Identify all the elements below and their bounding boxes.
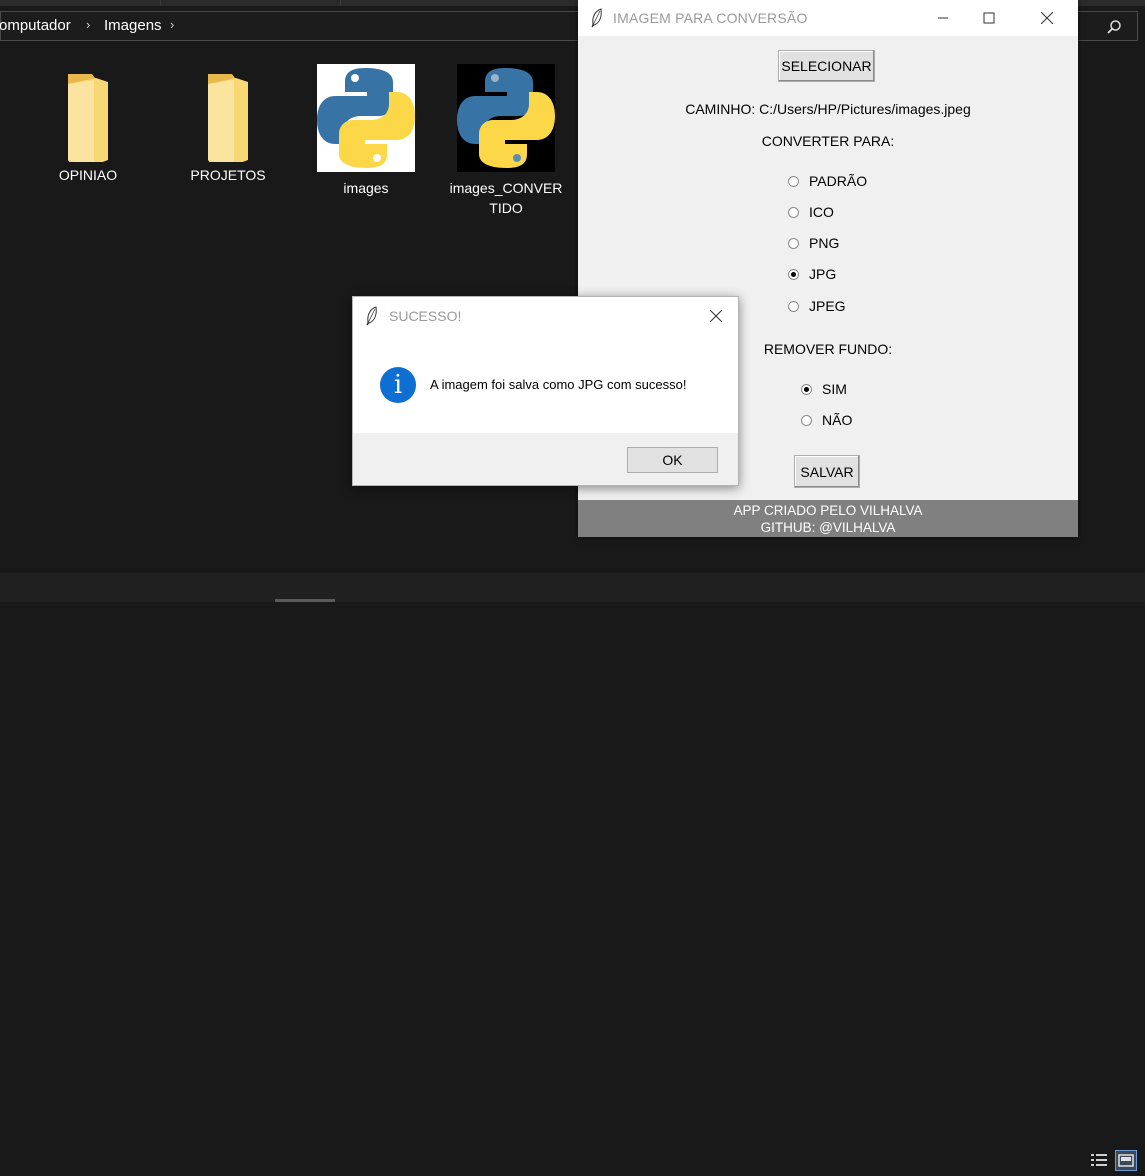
window-title: IMAGEM PARA CONVERSÃO [613, 10, 808, 26]
radio-png[interactable]: PNG [788, 235, 839, 251]
folder-icon [68, 74, 108, 172]
radio-sim[interactable]: SIM [801, 381, 847, 397]
status-bar [0, 573, 1145, 1171]
select-button[interactable]: SELECIONAR [778, 50, 875, 82]
file-item-images[interactable]: images [306, 64, 426, 198]
file-item-projetos[interactable]: PROJETOS [168, 62, 288, 185]
python-logo-thumbnail [457, 64, 555, 172]
footer-credits: APP CRIADO PELO VILHALVA GITHUB: @VILHAL… [578, 500, 1078, 537]
file-name: PROJETOS [190, 167, 266, 183]
file-name: images [343, 180, 389, 196]
close-icon [1041, 12, 1053, 24]
convert-to-label: CONVERTER PARA: [761, 133, 895, 149]
radio-label: NÃO [822, 412, 853, 428]
minimize-icon [938, 17, 948, 19]
path-label: CAMINHO: C:/Users/HP/Pictures/images.jpe… [685, 101, 971, 117]
success-dialog: SUCESSO! i A imagem foi salva como JPG c… [352, 296, 739, 486]
radio-circle-selected[interactable] [788, 268, 799, 280]
dialog-title: SUCESSO! [389, 308, 462, 324]
radio-label: PNG [809, 235, 840, 251]
file-name-line1: images_CONVER [449, 180, 563, 196]
footer-line-1: APP CRIADO PELO VILHALVA [733, 503, 923, 518]
tk-feather-icon [591, 8, 602, 28]
search-icon[interactable] [1106, 19, 1122, 35]
radio-label: ICO [809, 204, 834, 220]
file-name: OPINIAO [58, 167, 118, 183]
radio-padrao[interactable]: PADRÃO [788, 173, 867, 189]
maximize-icon [983, 12, 995, 24]
radio-circle[interactable] [788, 237, 799, 249]
radio-nao[interactable]: NÃO [801, 412, 852, 428]
large-icons-view-button[interactable] [1115, 1150, 1137, 1171]
close-button[interactable] [1024, 0, 1070, 36]
radio-jpeg[interactable]: JPEG [788, 298, 846, 314]
radio-circle[interactable] [801, 414, 812, 426]
radio-circle[interactable] [788, 300, 799, 312]
close-icon [710, 310, 722, 322]
radio-circle-selected[interactable] [801, 383, 812, 395]
search-box[interactable] [1078, 11, 1138, 41]
radio-jpg[interactable]: JPG [788, 266, 836, 282]
large-icons-view-icon [1118, 1154, 1134, 1167]
folder-icon [208, 74, 248, 172]
radio-label: JPEG [809, 298, 846, 314]
tab-strip-segment [0, 0, 161, 5]
radio-ico[interactable]: ICO [788, 204, 834, 220]
minimize-button[interactable] [920, 0, 966, 36]
python-logo-thumbnail [317, 64, 415, 172]
details-view-icon [1091, 1154, 1107, 1166]
breadcrumb-computador[interactable]: omputador [0, 17, 71, 34]
radio-label: PADRÃO [809, 173, 868, 189]
info-icon: i [380, 367, 416, 403]
tab-strip-segment [160, 0, 341, 5]
breadcrumb-imagens[interactable]: Imagens [104, 17, 162, 34]
maximize-button[interactable] [966, 0, 1012, 36]
radio-label: JPG [809, 266, 837, 282]
footer-line-2: GITHUB: @VILHALVA [760, 520, 896, 535]
tab-strip-segment [340, 0, 579, 5]
python-logo-icon [317, 68, 415, 168]
file-item-opiniao[interactable]: OPINIAO [28, 62, 148, 185]
tk-feather-icon [366, 306, 377, 326]
dialog-message: A imagem foi salva como JPG com sucesso! [430, 377, 687, 392]
file-name-line2: TIDO [489, 200, 523, 216]
details-view-button[interactable] [1088, 1150, 1110, 1171]
window-titlebar[interactable]: IMAGEM PARA CONVERSÃO [578, 0, 1078, 36]
radio-label: SIM [822, 381, 847, 397]
chevron-right-icon[interactable]: › [170, 17, 174, 32]
chevron-right-icon[interactable]: › [86, 17, 90, 32]
dialog-close-button[interactable] [693, 297, 739, 335]
python-logo-icon [457, 68, 555, 168]
ok-button[interactable]: OK [627, 447, 718, 473]
radio-circle[interactable] [788, 206, 799, 218]
file-item-images-convertido[interactable]: images_CONVER TIDO [446, 64, 566, 218]
radio-circle[interactable] [788, 175, 799, 187]
save-button[interactable]: SALVAR [794, 455, 860, 488]
